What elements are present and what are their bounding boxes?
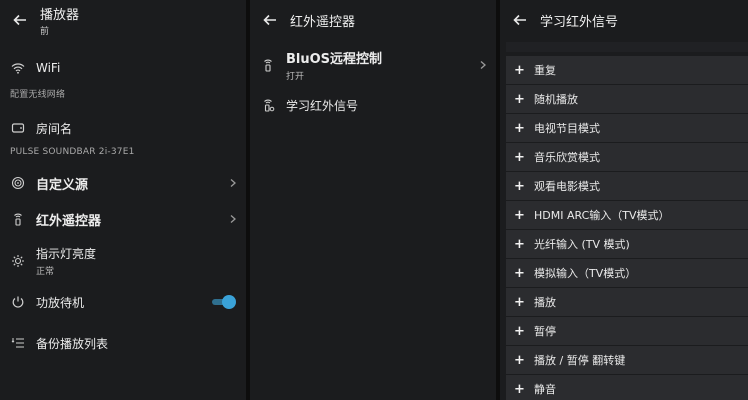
header: 红外遥控器 [250, 0, 496, 40]
backup-playlist-label: 备份播放列表 [36, 336, 109, 351]
chevron-right-icon [480, 61, 486, 69]
ir-remote-label: 红外遥控器 [36, 213, 102, 229]
list-item[interactable]: + 静音 [506, 375, 748, 400]
list-item[interactable]: + HDMI ARC输入（TV模式） [506, 201, 748, 229]
list-item-label: 电视节目模式 [534, 122, 600, 135]
room-name-value: PULSE SOUNDBAR 2i-37E1 [10, 147, 135, 157]
power-icon [12, 296, 24, 308]
ir-command-list: + 重复 + 随机播放 + 电视节目模式 + 音乐欣赏模式 + 观看电影模式 + HDMI … [506, 56, 748, 400]
playlist-icon [11, 338, 24, 348]
wifi-item[interactable]: WiFi [0, 58, 246, 78]
page-subtitle: 前 [40, 26, 50, 37]
plus-icon: + [514, 207, 525, 223]
plus-icon: + [514, 120, 525, 136]
list-header-strip [506, 42, 748, 52]
header: 学习红外信号 [500, 0, 748, 40]
list-item-label: 模拟输入（TV模式） [534, 267, 637, 280]
arrow-left-icon [513, 14, 526, 26]
learn-ir-label: 学习红外信号 [286, 98, 359, 113]
room-name-label: 房间名 [36, 121, 73, 136]
speaker-tag-icon [11, 123, 25, 133]
ir-remote-item[interactable]: 红外遥控器 [0, 208, 246, 230]
header: 播放器 前 [0, 0, 246, 40]
list-item-label: 光纤输入 (TV 模式) [534, 238, 630, 251]
list-item-label: 音乐欣赏模式 [534, 151, 600, 164]
player-settings-panel: 播放器 前 WiFi 配置无线网络 房间名 PULSE SOUNDBAR 2i-… [0, 0, 246, 400]
list-item[interactable]: + 光纤输入 (TV 模式) [506, 230, 748, 258]
list-item-label: 观看电影模式 [534, 180, 600, 193]
list-item[interactable]: + 随机播放 [506, 85, 748, 113]
plus-icon: + [514, 91, 525, 107]
list-item[interactable]: + 电视节目模式 [506, 114, 748, 142]
list-item[interactable]: + 播放 [506, 288, 748, 316]
remote-icon [264, 59, 272, 72]
list-item[interactable]: + 音乐欣赏模式 [506, 143, 748, 171]
list-item[interactable]: + 播放 / 暂停 翻转键 [506, 346, 748, 374]
page-title: 学习红外信号 [540, 14, 619, 30]
plus-icon: + [514, 381, 525, 397]
plus-icon: + [514, 149, 525, 165]
amp-standby-toggle[interactable] [212, 295, 236, 309]
led-brightness-item[interactable]: 指示灯亮度 正常 [0, 246, 246, 277]
bluos-remote-label: BluOS远程控制 [286, 52, 383, 67]
wifi-icon [11, 63, 25, 74]
led-brightness-value: 正常 [36, 267, 55, 277]
list-item-label: HDMI ARC输入（TV模式） [534, 209, 670, 222]
wifi-label: WiFi [36, 61, 61, 75]
ir-remote-panel: 红外遥控器 BluOS远程控制 打开 学习红外信号 [250, 0, 496, 400]
learn-ir-panel: 学习红外信号 + 重复 + 随机播放 + 电视节目模式 + 音乐欣赏模式 + 观看电影模式… [500, 0, 748, 400]
bluos-remote-item[interactable]: BluOS远程控制 打开 [250, 50, 496, 82]
arrow-left-icon [13, 14, 26, 26]
list-item[interactable]: + 重复 [506, 56, 748, 84]
plus-icon: + [514, 323, 525, 339]
learn-ir-item[interactable]: 学习红外信号 [250, 95, 496, 115]
amp-standby-item[interactable]: 功放待机 [0, 292, 246, 312]
page-title: 播放器 [40, 7, 80, 23]
list-item[interactable]: + 模拟输入（TV模式） [506, 259, 748, 287]
list-item-label: 重复 [534, 64, 556, 77]
bluos-remote-status: 打开 [286, 72, 305, 82]
list-item-label: 播放 / 暂停 翻转键 [534, 354, 626, 367]
back-button[interactable] [0, 0, 40, 40]
chevron-right-icon [230, 215, 236, 223]
page-title: 红外遥控器 [290, 14, 356, 30]
list-item-label: 播放 [534, 296, 556, 309]
plus-icon: + [514, 265, 525, 281]
back-button[interactable] [250, 0, 290, 40]
led-brightness-label: 指示灯亮度 [36, 247, 97, 261]
list-item-label: 暂停 [534, 325, 556, 338]
list-item-label: 静音 [534, 383, 556, 396]
list-item[interactable]: + 暂停 [506, 317, 748, 345]
plus-icon: + [514, 62, 525, 78]
custom-source-label: 自定义源 [36, 177, 89, 193]
remote-learn-icon [264, 99, 275, 112]
list-item-label: 随机播放 [534, 93, 578, 106]
wifi-caption: 配置无线网络 [10, 90, 66, 100]
plus-icon: + [514, 294, 525, 310]
source-icon [11, 176, 25, 190]
backup-playlist-item[interactable]: 备份播放列表 [0, 333, 246, 353]
plus-icon: + [514, 178, 525, 194]
remote-icon [14, 213, 22, 226]
amp-standby-label: 功放待机 [36, 295, 85, 310]
plus-icon: + [514, 352, 525, 368]
arrow-left-icon [263, 14, 276, 26]
plus-icon: + [514, 236, 525, 252]
list-item[interactable]: + 观看电影模式 [506, 172, 748, 200]
back-button[interactable] [500, 0, 540, 40]
chevron-right-icon [230, 179, 236, 187]
room-name-item[interactable]: 房间名 [0, 118, 246, 138]
brightness-icon [12, 255, 24, 267]
custom-source-item[interactable]: 自定义源 [0, 172, 246, 194]
